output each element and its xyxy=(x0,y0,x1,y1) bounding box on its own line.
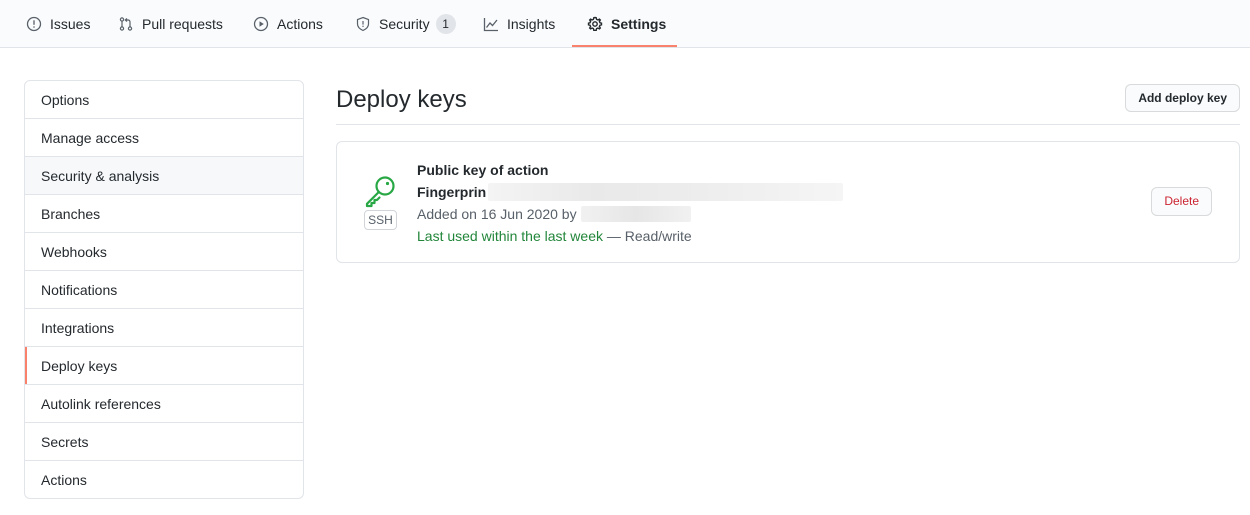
tab-settings[interactable]: Settings xyxy=(587,0,666,48)
key-added-info: Added on 16 Jun 2020 by xyxy=(417,203,843,225)
add-deploy-key-button[interactable]: Add deploy key xyxy=(1125,84,1240,112)
selected-tab-underline xyxy=(572,45,677,47)
redacted-fingerprint xyxy=(488,183,844,201)
delete-key-button[interactable]: Delete xyxy=(1151,187,1212,216)
tab-security[interactable]: Security 1 xyxy=(355,0,456,48)
tab-issues-label: Issues xyxy=(50,16,91,32)
tab-settings-label: Settings xyxy=(611,16,667,32)
key-fingerprint: Fingerprin xyxy=(417,181,844,203)
sidebar-item-label: Integrations xyxy=(41,320,115,336)
sidebar-item-options[interactable]: Options xyxy=(25,81,303,119)
tab-pull-requests[interactable]: Pull requests xyxy=(118,0,223,48)
sidebar-item-security-analysis[interactable]: Security & analysis xyxy=(25,157,303,195)
deploy-keys-panel: Deploy keys Add deploy key SSH Public ke… xyxy=(336,80,1240,263)
added-date-text: Added on 16 Jun 2020 by xyxy=(417,206,577,222)
key-details: Public key of action Fingerprin Added on… xyxy=(417,159,844,247)
page-title: Deploy keys xyxy=(336,86,467,113)
graph-icon xyxy=(483,16,499,32)
fingerprint-label: Fingerprin xyxy=(417,184,487,200)
sidebar-item-autolink-references[interactable]: Autolink references xyxy=(25,385,303,423)
tab-insights-label: Insights xyxy=(507,16,556,32)
sidebar-item-label: Actions xyxy=(41,472,87,488)
sidebar-item-label: Webhooks xyxy=(41,244,107,260)
tab-pull-requests-label: Pull requests xyxy=(142,16,223,32)
sidebar-item-label: Branches xyxy=(41,206,101,222)
last-used-text: Last used within the last week xyxy=(417,228,603,244)
tab-issues[interactable]: Issues xyxy=(26,0,90,48)
sidebar-item-label: Notifications xyxy=(41,282,118,298)
sidebar-item-deploy-keys[interactable]: Deploy keys xyxy=(25,347,303,385)
tab-actions-label: Actions xyxy=(277,16,323,32)
key-title: Public key of action xyxy=(417,162,549,178)
security-alert-counter: 1 xyxy=(435,14,456,34)
sidebar-item-webhooks[interactable]: Webhooks xyxy=(25,233,303,271)
repo-nav-tabbar: Issues Pull requests Actions Security 1 … xyxy=(0,0,1250,48)
access-level-text: — Read/write xyxy=(603,228,692,244)
sidebar-item-actions[interactable]: Actions xyxy=(25,461,303,498)
gear-icon xyxy=(587,16,603,32)
tab-insights[interactable]: Insights xyxy=(483,0,555,48)
sidebar-item-manage-access[interactable]: Manage access xyxy=(25,119,303,157)
sidebar-item-label: Manage access xyxy=(41,130,140,146)
sidebar-item-label: Options xyxy=(41,92,90,108)
shield-icon xyxy=(355,16,371,32)
sidebar-item-label: Autolink references xyxy=(41,396,161,412)
subhead: Deploy keys Add deploy key xyxy=(336,80,1240,125)
key-icon xyxy=(363,174,397,208)
issue-opened-icon xyxy=(26,16,42,32)
sidebar-item-branches[interactable]: Branches xyxy=(25,195,303,233)
sidebar-item-secrets[interactable]: Secrets xyxy=(25,423,303,461)
sidebar-item-notifications[interactable]: Notifications xyxy=(25,271,303,309)
sidebar-item-label: Deploy keys xyxy=(41,358,118,374)
git-pull-request-icon xyxy=(118,16,134,32)
sidebar-item-label: Secrets xyxy=(41,434,89,450)
ssh-type-label: SSH xyxy=(364,210,397,230)
sidebar-item-label: Security & analysis xyxy=(41,168,160,184)
sidebar-item-integrations[interactable]: Integrations xyxy=(25,309,303,347)
settings-sidebar: Options Manage access Security & analysi… xyxy=(24,80,304,499)
tab-actions[interactable]: Actions xyxy=(253,0,323,48)
key-usage-info: Last used within the last week — Read/wr… xyxy=(417,225,843,247)
tab-security-label: Security xyxy=(379,16,430,32)
play-icon xyxy=(253,16,269,32)
redacted-username xyxy=(580,206,691,222)
deploy-key-item: SSH Public key of action Fingerprin Adde… xyxy=(336,141,1240,263)
